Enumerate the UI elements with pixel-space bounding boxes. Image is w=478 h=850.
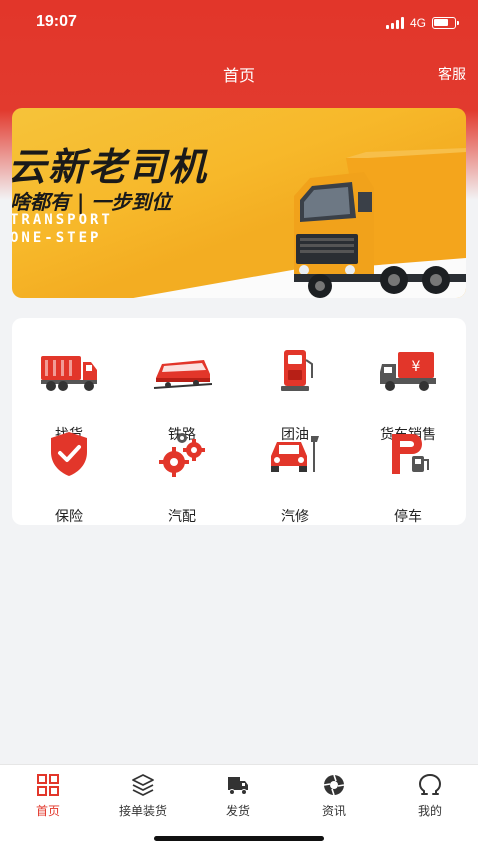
shield-check-icon: [51, 432, 87, 476]
feature-auto-parts[interactable]: 汽配: [127, 430, 237, 525]
promo-banner[interactable]: 云新老司机 啥都有 | 一步到位 TRANSPORT ONE-STEP: [12, 108, 466, 298]
tab-label: 接单装货: [118, 804, 167, 818]
page-title: 首页: [222, 66, 255, 85]
tab-label: 我的: [417, 804, 442, 818]
feature-truck-sales[interactable]: ¥ 货车销售: [353, 348, 463, 443]
home-grid-icon: [37, 774, 59, 796]
user-icon: [418, 773, 442, 795]
battery-icon: [432, 17, 459, 29]
network-label: 4G: [409, 16, 426, 30]
status-time: 19:07: [36, 13, 77, 30]
status-bar: 19:07 4G: [0, 0, 478, 46]
tab-news[interactable]: 资讯: [294, 773, 374, 823]
svg-text:¥: ¥: [412, 359, 421, 375]
gears-icon: [159, 433, 205, 477]
car-wrench-icon: [271, 436, 319, 472]
feature-label: 汽配: [168, 509, 196, 525]
parking-icon: [392, 434, 429, 474]
cargo-truck-icon: [41, 356, 97, 391]
aperture-icon: [323, 774, 345, 796]
signal-icon: [385, 17, 404, 29]
feature-group-fuel[interactable]: 团油: [240, 348, 350, 443]
feature-label: 保险: [55, 509, 83, 525]
feature-railway[interactable]: 铁路: [127, 348, 237, 443]
feature-grid: 找货 铁路 团油 ¥ 货车销售: [12, 318, 466, 525]
feature-find-cargo[interactable]: 找货: [14, 348, 124, 443]
banner-en-line2: ONE-STEP: [12, 230, 102, 246]
layers-icon: [132, 774, 154, 796]
tab-accept-orders[interactable]: 接单装货: [103, 773, 183, 823]
feature-label: 停车: [394, 509, 422, 525]
truck-sale-icon: ¥: [380, 352, 436, 391]
feature-insurance[interactable]: 保险: [14, 430, 124, 525]
feature-parking[interactable]: 停车: [353, 430, 463, 525]
tab-home[interactable]: 首页: [8, 773, 88, 823]
feature-label: 汽修: [281, 509, 309, 525]
tab-label: 首页: [35, 804, 60, 818]
tab-ship[interactable]: 发货: [198, 773, 278, 823]
customer-service-button[interactable]: 客服: [438, 64, 466, 84]
fuel-pump-icon: [281, 350, 313, 391]
home-indicator[interactable]: [154, 836, 324, 841]
nav-bar: 首页 客服: [0, 54, 478, 90]
banner-en-line1: TRANSPORT: [12, 212, 113, 228]
tab-mine[interactable]: 我的: [390, 773, 470, 823]
banner-subtitle: 啥都有 | 一步到位: [12, 190, 172, 214]
train-icon: [153, 360, 212, 389]
truck-icon: [228, 777, 248, 795]
feature-auto-repair[interactable]: 汽修: [240, 430, 350, 525]
truck-illustration-icon: [294, 148, 466, 298]
banner-title: 云新老司机: [12, 145, 209, 189]
tab-label: 发货: [225, 804, 250, 818]
tab-label: 资讯: [321, 804, 346, 818]
status-indicators: 4G: [385, 15, 459, 31]
